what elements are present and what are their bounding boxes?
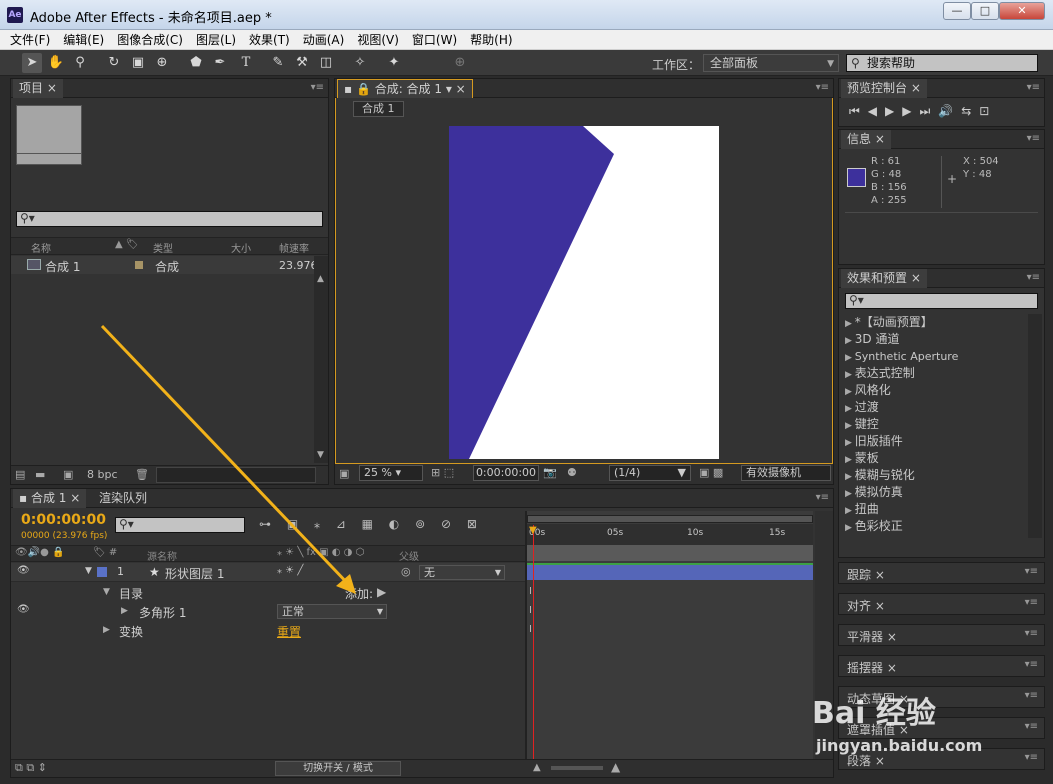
watermark-logo: Bai 经验	[812, 696, 936, 731]
watermark-url: jingyan.baidu.com	[816, 736, 983, 755]
annotation-arrow-icon	[100, 324, 356, 594]
